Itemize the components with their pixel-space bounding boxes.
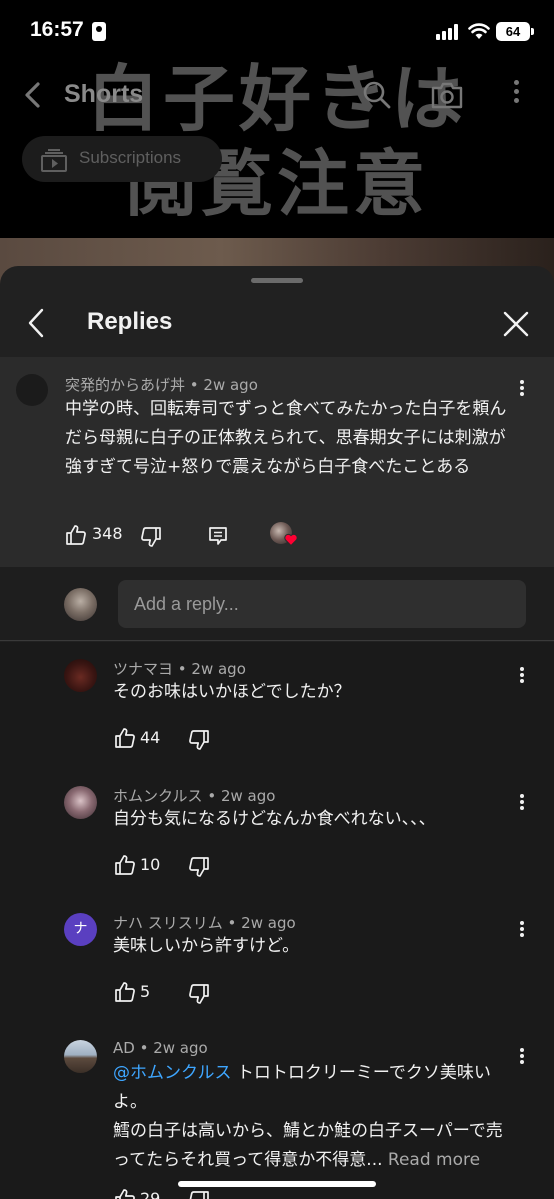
status-bar: 16:57 64 <box>0 0 554 64</box>
dislike-icon[interactable] <box>187 982 211 1006</box>
list-item: ツナマヨ • 2w ago そのお味はいかほどでしたか？ 44 <box>0 642 554 769</box>
search-icon[interactable] <box>362 80 392 110</box>
like-count: 10 <box>140 855 161 874</box>
list-item: ホムンクルス • 2w ago 自分も気になるけどなんか食べれない、、、 10 <box>0 769 554 896</box>
like-count: 29 <box>140 1189 161 1199</box>
like-count: 44 <box>140 728 161 747</box>
read-more-link[interactable]: Read more <box>388 1150 480 1170</box>
comment-text: @ホムンクルス トロトロクリーミーでクソ美味いよ。 鱈の白子は高いから、鯖とか鮭… <box>113 1059 518 1175</box>
cellular-signal-icon <box>436 24 462 40</box>
mention-link[interactable]: @ホムンクルス <box>113 1063 232 1083</box>
sheet-drag-handle[interactable] <box>251 278 303 283</box>
dislike-icon[interactable] <box>187 1189 211 1199</box>
comment-text: 自分も気になるけどなんか食べれない、、、 <box>113 809 436 829</box>
comment-meta: 突発的からあげ丼 • 2w ago <box>65 376 258 394</box>
comment-author[interactable]: ナハ スリスリム <box>113 914 223 932</box>
user-avatar <box>64 588 97 621</box>
avatar[interactable]: ナ <box>64 913 97 946</box>
add-reply-input[interactable]: Add a reply... <box>118 580 526 628</box>
comment-meta: ツナマヨ • 2w ago <box>113 660 246 678</box>
like-icon[interactable] <box>113 1187 137 1199</box>
comment-author[interactable]: AD <box>113 1039 135 1057</box>
list-item: AD • 2w ago @ホムンクルス トロトロクリーミーでクソ美味いよ。 鱈の… <box>0 1023 554 1199</box>
comment-meta: ホムンクルス • 2w ago <box>113 787 276 805</box>
comment-time: 2w ago <box>220 787 276 805</box>
avatar[interactable] <box>64 659 97 692</box>
back-arrow-icon[interactable] <box>20 80 46 110</box>
comment-meta: AD • 2w ago <box>113 1039 208 1057</box>
replies-sheet: Replies 突発的からあげ丼 • 2w ago 中学の時、回転寿司でずっと食… <box>0 266 554 1199</box>
close-icon[interactable] <box>500 308 532 340</box>
top-nav: Shorts <box>0 68 554 122</box>
comment-text: 中学の時、回転寿司でずっと食べてみたかった白子を頼んだら母親に白子の正体教えられ… <box>65 399 507 477</box>
comment-author[interactable]: ツナマヨ <box>113 660 173 678</box>
page-title: Shorts <box>64 80 144 108</box>
list-item: ナ ナハ スリスリム • 2w ago 美味しいから許すけど。 5 <box>0 896 554 1023</box>
dislike-icon[interactable] <box>187 855 211 879</box>
comment-time: 2w ago <box>203 376 258 394</box>
comment-time: 2w ago <box>153 1039 208 1057</box>
sheet-title: Replies <box>87 308 173 335</box>
avatar[interactable] <box>64 786 97 819</box>
avatar[interactable] <box>64 1040 97 1073</box>
sheet-header: Replies <box>0 288 554 356</box>
status-time: 16:57 <box>30 18 84 41</box>
reply-input-row: Add a reply... <box>0 567 554 641</box>
replies-list: ツナマヨ • 2w ago そのお味はいかほどでしたか？ 44 ホムンクルス •… <box>0 642 554 1199</box>
like-icon[interactable] <box>64 523 88 547</box>
like-icon[interactable] <box>113 980 137 1004</box>
battery-indicator: 64 <box>496 22 534 41</box>
subscriptions-chip[interactable]: Subscriptions <box>22 136 222 182</box>
avatar[interactable] <box>16 374 48 406</box>
comment-time: 2w ago <box>191 660 246 678</box>
like-count: 348 <box>92 524 123 543</box>
like-icon[interactable] <box>113 726 137 750</box>
heart-icon <box>284 533 298 546</box>
reply-icon[interactable] <box>206 524 230 548</box>
comment-author[interactable]: 突発的からあげ丼 <box>65 376 185 394</box>
dislike-icon[interactable] <box>139 525 163 549</box>
like-count: 5 <box>140 982 151 1001</box>
avatar-letter: ナ <box>73 921 88 937</box>
subscriptions-label: Subscriptions <box>79 148 182 167</box>
comment-meta: ナハ スリスリム • 2w ago <box>113 914 296 932</box>
id-badge-icon <box>92 22 106 41</box>
comment-time: 2w ago <box>241 914 296 932</box>
comment-text: そのお味はいかほどでしたか？ <box>113 682 351 702</box>
wifi-icon <box>468 23 490 39</box>
home-indicator[interactable] <box>178 1181 376 1187</box>
dislike-icon[interactable] <box>187 728 211 752</box>
parent-comment: 突発的からあげ丼 • 2w ago 中学の時、回転寿司でずっと食べてみたかった白… <box>0 357 554 567</box>
more-vert-icon[interactable] <box>508 80 524 110</box>
comment-author[interactable]: ホムンクルス <box>113 787 203 805</box>
subscriptions-icon <box>41 149 67 172</box>
camera-icon[interactable] <box>430 80 464 110</box>
comment-text: 美味しいから許すけど。 <box>113 936 300 956</box>
like-icon[interactable] <box>113 853 137 877</box>
back-arrow-icon[interactable] <box>24 306 50 340</box>
